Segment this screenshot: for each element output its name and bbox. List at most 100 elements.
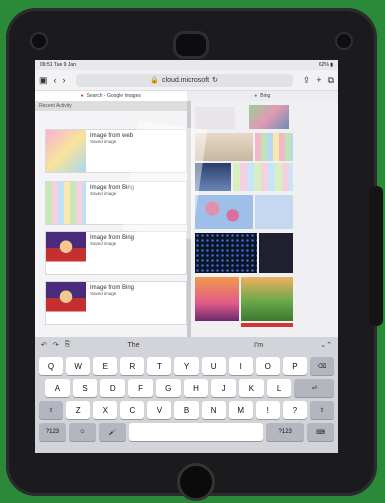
image-tile[interactable] <box>195 195 253 229</box>
tab-google-images[interactable]: ● Search - Google Images <box>35 91 187 101</box>
key[interactable]: K <box>239 379 264 397</box>
key-row: ⇧ Z X C V B N M ! ? ⇧ <box>35 401 338 419</box>
suggestion[interactable]: The <box>128 342 140 349</box>
emoji-icon[interactable]: ☺ <box>68 423 96 441</box>
key[interactable]: B <box>174 401 199 419</box>
key[interactable]: J <box>211 379 237 397</box>
key[interactable]: Y <box>174 357 199 375</box>
suggestion[interactable]: I'm <box>254 342 263 349</box>
image-tile[interactable] <box>241 323 293 327</box>
key[interactable]: Q <box>39 357 64 375</box>
key[interactable]: R <box>120 357 145 375</box>
return-key[interactable]: ⏎ <box>294 379 335 397</box>
image-tile[interactable] <box>255 195 293 229</box>
undo-icon[interactable]: ↶ <box>41 341 47 349</box>
address-bar[interactable]: 🔒 cloud.microsoft ↻ <box>75 73 293 87</box>
key[interactable]: A <box>45 379 70 397</box>
image-tile[interactable] <box>233 163 293 191</box>
list-item[interactable]: Image from Bing Saved image <box>45 281 187 325</box>
image-grid <box>191 101 338 337</box>
status-time: 09:51 Tue 9 Jan <box>40 62 76 68</box>
numbers-key[interactable]: ?123 <box>266 423 305 441</box>
key[interactable]: W <box>66 357 91 375</box>
microphone-icon[interactable]: 🎤 <box>98 423 126 441</box>
key[interactable]: ! <box>255 401 280 419</box>
numbers-key[interactable]: ?123 <box>39 423 66 441</box>
key[interactable]: C <box>120 401 145 419</box>
image-tile[interactable] <box>195 277 239 321</box>
list-item[interactable]: Image from Bing Saved image <box>45 231 187 275</box>
reload-icon[interactable]: ↻ <box>212 76 218 84</box>
tabs-icon[interactable]: ⧉ <box>328 75 334 86</box>
key[interactable]: H <box>183 379 209 397</box>
card-subtitle: Saved image <box>90 241 117 246</box>
key[interactable]: Z <box>66 401 91 419</box>
panel-header: Recent Activity <box>35 101 187 111</box>
onscreen-keyboard: ↶ ↷ ⎘ The I'm ⌄⌃ Q W E R T Y U I O P ⌫ A… <box>35 337 338 453</box>
suggestion-bar: ↶ ↷ ⎘ The I'm ⌄⌃ <box>35 337 338 353</box>
key[interactable]: X <box>93 401 118 419</box>
case-strap <box>369 186 383 326</box>
card-meta: Image from Bing Saved image <box>86 232 138 274</box>
key[interactable]: G <box>155 379 181 397</box>
ipad-screen: 09:51 Tue 9 Jan 62% ▮ ▣ ‹ › 🔒 cloud.micr… <box>35 60 338 453</box>
new-tab-icon[interactable]: + <box>316 75 321 85</box>
card-meta: Image from Bing Saved image <box>86 282 138 324</box>
redo-icon[interactable]: ↷ <box>53 341 59 349</box>
key[interactable]: S <box>72 379 98 397</box>
key[interactable]: O <box>255 357 280 375</box>
shift-key[interactable]: ⇧ <box>309 401 335 419</box>
keyboard-hide-icon[interactable]: ⌨ <box>307 423 334 441</box>
sidebar-icon[interactable]: ▣ <box>39 75 48 86</box>
browser-toolbar: ▣ ‹ › 🔒 cloud.microsoft ↻ ⇪ + ⧉ <box>35 70 338 91</box>
forward-icon[interactable]: › <box>63 75 66 85</box>
url-text: cloud.microsoft <box>162 76 210 84</box>
share-icon[interactable]: ⇪ <box>303 75 311 86</box>
key[interactable]: L <box>266 379 292 397</box>
key[interactable]: V <box>147 401 172 419</box>
key-row: A S D F G H J K L ⏎ <box>35 379 338 397</box>
tab-label: Bing <box>260 93 271 99</box>
image-tile[interactable] <box>195 107 235 129</box>
key[interactable]: D <box>100 379 126 397</box>
chevron-icon[interactable]: ⌄⌃ <box>320 341 332 349</box>
google-icon: ● <box>80 93 84 99</box>
image-tile[interactable] <box>249 105 289 129</box>
key[interactable]: M <box>228 401 253 419</box>
key[interactable]: T <box>147 357 172 375</box>
image-tile[interactable] <box>259 233 293 273</box>
card-subtitle: Saved image <box>90 291 117 296</box>
thumbnail <box>46 130 86 172</box>
key[interactable]: U <box>201 357 226 375</box>
lock-icon: 🔒 <box>150 77 160 84</box>
key[interactable]: P <box>282 357 307 375</box>
thumbnail <box>46 232 86 274</box>
image-tile[interactable] <box>195 233 257 273</box>
tab-bing[interactable]: ● Bing <box>187 91 339 101</box>
key-row: Q W E R T Y U I O P ⌫ <box>35 357 338 375</box>
backspace-key[interactable]: ⌫ <box>309 357 335 375</box>
key[interactable]: I <box>228 357 253 375</box>
status-bar: 09:51 Tue 9 Jan 62% ▮ <box>35 60 338 70</box>
card-meta: Image from web Saved image <box>86 130 137 172</box>
thumbnail <box>46 182 86 224</box>
image-tile[interactable] <box>255 133 293 161</box>
key[interactable]: E <box>93 357 118 375</box>
key-row: ?123 ☺ 🎤 ?123 ⌨ <box>35 423 338 441</box>
bing-icon: ● <box>254 93 258 99</box>
case-corner-knob <box>30 32 48 50</box>
space-key[interactable] <box>128 423 264 441</box>
back-icon[interactable]: ‹ <box>54 75 57 85</box>
home-button[interactable] <box>177 463 215 501</box>
key[interactable]: F <box>128 379 153 397</box>
image-tile[interactable] <box>241 277 293 321</box>
key[interactable]: ? <box>282 401 307 419</box>
tab-label: Search - Google Images <box>86 93 141 99</box>
front-camera <box>173 31 209 59</box>
key[interactable]: N <box>201 401 226 419</box>
shift-key[interactable]: ⇧ <box>39 401 64 419</box>
case-corner-knob <box>335 32 353 50</box>
status-battery: 62% ▮ <box>318 62 333 68</box>
card-subtitle: Saved image <box>90 139 117 144</box>
thumbnail <box>46 282 86 324</box>
